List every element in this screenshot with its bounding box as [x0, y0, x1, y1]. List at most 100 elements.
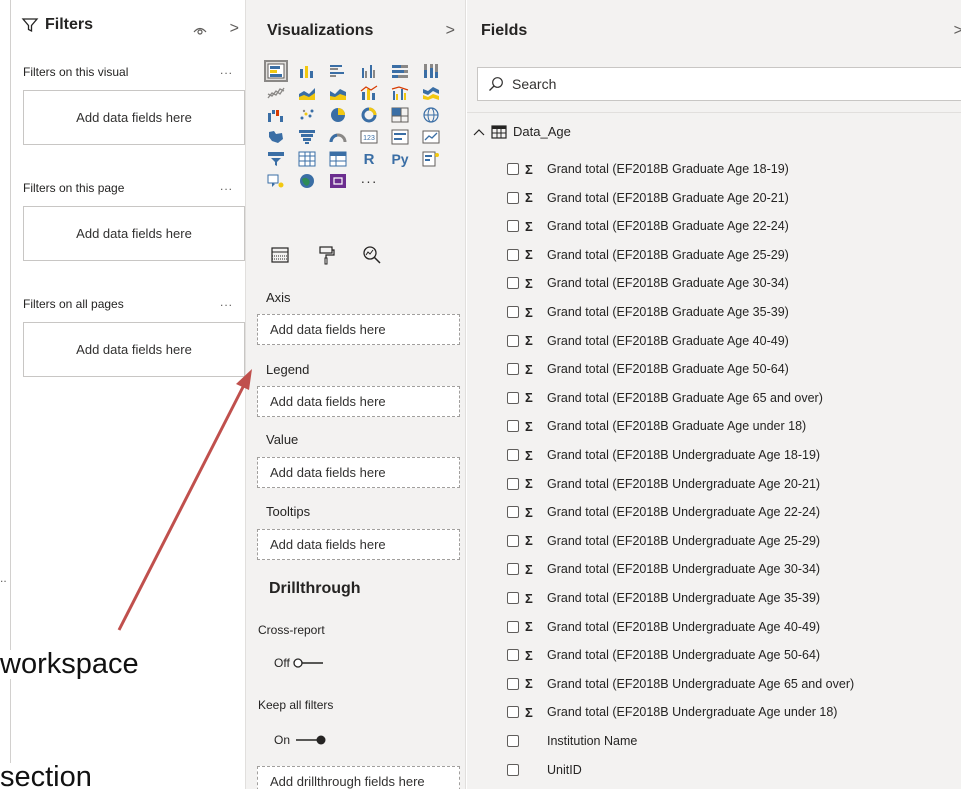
field-item[interactable]: Σ Grand total (EF2018B Graduate Age 22-24… — [507, 216, 789, 236]
field-item[interactable]: Σ Grand total (EF2018B Graduate Age 65 an… — [507, 388, 823, 408]
format-paint-roller-icon[interactable] — [310, 240, 342, 270]
filters-on-page-dropzone[interactable]: Add data fields here — [23, 206, 245, 261]
scatter-chart-icon[interactable] — [295, 104, 319, 126]
line-and-clustered-column-icon[interactable] — [388, 82, 412, 104]
field-checkbox[interactable] — [507, 163, 519, 175]
eye-icon[interactable] — [193, 24, 207, 39]
waterfall-chart-icon[interactable] — [264, 104, 288, 126]
table-icon[interactable] — [295, 148, 319, 170]
field-checkbox[interactable] — [507, 363, 519, 376]
stacked-area-chart-icon[interactable] — [326, 82, 350, 104]
field-item[interactable]: Σ Grand total (EF2018B Undergraduate Age … — [507, 445, 820, 465]
field-item[interactable]: Σ Grand total (EF2018B Graduate Age 40-49… — [507, 331, 789, 351]
clustered-column-chart-icon[interactable] — [357, 60, 381, 82]
fields-search-input[interactable]: Search — [477, 67, 961, 101]
collapse-fields-chevron-icon[interactable]: > — [954, 22, 961, 40]
field-checkbox[interactable] — [507, 735, 519, 747]
axis-well[interactable]: Add data fields here — [257, 314, 460, 345]
field-checkbox[interactable] — [507, 191, 519, 204]
card-icon[interactable]: 123 — [357, 126, 381, 148]
custom-visual-icon[interactable] — [326, 170, 350, 192]
100-stacked-bar-chart-icon[interactable] — [388, 60, 412, 82]
gauge-icon[interactable] — [326, 126, 350, 148]
field-item[interactable]: Σ Grand total (EF2018B Undergraduate Age … — [507, 474, 820, 494]
multi-row-card-icon[interactable] — [388, 126, 412, 148]
fields-tab-icon[interactable] — [264, 240, 296, 270]
field-item[interactable]: Σ Grand total (EF2018B Undergraduate Age … — [507, 531, 820, 551]
field-item[interactable]: Σ Grand total (EF2018B Graduate Age 20-21… — [507, 188, 789, 208]
key-influencers-icon[interactable] — [419, 148, 443, 170]
collapse-visualizations-chevron-icon[interactable]: > — [446, 22, 455, 40]
arcgis-map-icon[interactable] — [295, 170, 319, 192]
ribbon-chart-icon[interactable] — [419, 82, 443, 104]
stacked-bar-chart-icon[interactable] — [264, 60, 288, 82]
filters-on-all-pages-dropzone[interactable]: Add data fields here — [23, 322, 245, 377]
field-item[interactable]: Σ Grand total (EF2018B Graduate Age 25-29… — [507, 245, 789, 265]
field-item[interactable]: Σ Grand total (EF2018B Undergraduate Age … — [507, 674, 854, 694]
field-checkbox[interactable] — [507, 620, 519, 633]
keep-all-filters-toggle[interactable]: On — [274, 733, 327, 747]
filled-map-icon[interactable] — [264, 126, 288, 148]
field-item[interactable]: Σ Grand total (EF2018B Undergraduate Age … — [507, 645, 820, 665]
chevron-up-icon[interactable] — [473, 128, 485, 136]
field-checkbox[interactable] — [507, 220, 519, 233]
field-item[interactable]: Σ Grand total (EF2018B Undergraduate Age … — [507, 502, 820, 522]
cross-report-toggle[interactable]: Off — [274, 656, 327, 670]
field-item[interactable]: Σ Grand total (EF2018B Undergraduate Age … — [507, 588, 820, 608]
pie-chart-icon[interactable] — [326, 104, 350, 126]
kpi-icon[interactable] — [419, 126, 443, 148]
filters-on-page-more-icon[interactable]: ... — [220, 179, 233, 193]
field-checkbox[interactable] — [507, 248, 519, 261]
field-item[interactable]: Σ Grand total (EF2018B Undergraduate Age … — [507, 702, 837, 722]
area-chart-icon[interactable] — [295, 82, 319, 104]
filters-on-visual-more-icon[interactable]: ... — [220, 63, 233, 77]
slicer-icon[interactable] — [264, 148, 288, 170]
collapse-filters-chevron-icon[interactable]: > — [230, 20, 239, 38]
field-item[interactable]: UnitID — [507, 760, 582, 780]
field-checkbox[interactable] — [507, 420, 519, 433]
field-checkbox[interactable] — [507, 534, 519, 547]
field-item[interactable]: Σ Grand total (EF2018B Graduate Age 50-64… — [507, 359, 789, 379]
donut-chart-icon[interactable] — [357, 104, 381, 126]
decomposition-tree-icon[interactable] — [264, 170, 288, 192]
field-item[interactable]: Σ Grand total (EF2018B Graduate Age 18-19… — [507, 159, 789, 179]
field-checkbox[interactable] — [507, 277, 519, 290]
funnel-chart-icon[interactable] — [295, 126, 319, 148]
r-script-visual-icon[interactable]: R — [357, 148, 381, 170]
field-checkbox[interactable] — [507, 391, 519, 404]
line-and-stacked-column-icon[interactable] — [357, 82, 381, 104]
line-chart-icon[interactable] — [264, 82, 288, 104]
field-checkbox[interactable] — [507, 592, 519, 604]
legend-well[interactable]: Add data fields here — [257, 386, 460, 417]
field-checkbox[interactable] — [507, 477, 519, 490]
clustered-bar-chart-icon[interactable] — [326, 60, 350, 82]
field-checkbox[interactable] — [507, 706, 519, 719]
field-checkbox[interactable] — [507, 649, 519, 662]
matrix-icon[interactable] — [326, 148, 350, 170]
field-item[interactable]: Σ Grand total (EF2018B Undergraduate Age … — [507, 617, 820, 637]
field-checkbox[interactable] — [507, 563, 519, 576]
filters-on-all-pages-more-icon[interactable]: ... — [220, 295, 233, 309]
field-checkbox[interactable] — [507, 506, 519, 519]
analytics-magnifier-icon[interactable] — [356, 240, 388, 270]
field-checkbox[interactable] — [507, 449, 519, 461]
filters-on-visual-dropzone[interactable]: Add data fields here — [23, 90, 245, 145]
field-checkbox[interactable] — [507, 677, 519, 690]
field-item[interactable]: Σ Grand total (EF2018B Graduate Age under… — [507, 416, 806, 436]
field-item[interactable]: Σ Grand total (EF2018B Undergraduate Age … — [507, 559, 820, 579]
python-visual-icon[interactable]: Py — [388, 148, 412, 170]
field-checkbox[interactable] — [507, 763, 519, 776]
table-data-age[interactable]: Data_Age — [473, 124, 571, 139]
field-item[interactable]: Σ Grand total (EF2018B Graduate Age 30-34… — [507, 273, 789, 293]
100-stacked-column-chart-icon[interactable] — [419, 60, 443, 82]
field-item[interactable]: Σ Grand total (EF2018B Graduate Age 35-39… — [507, 302, 789, 322]
tooltips-well[interactable]: Add data fields here — [257, 529, 460, 560]
field-checkbox[interactable] — [507, 334, 519, 347]
treemap-icon[interactable] — [388, 104, 412, 126]
stacked-column-chart-icon[interactable] — [295, 60, 319, 82]
field-checkbox[interactable] — [507, 306, 519, 318]
field-item[interactable]: Institution Name — [507, 731, 637, 751]
drillthrough-fields-well[interactable]: Add drillthrough fields here — [257, 766, 460, 789]
more-visuals-icon[interactable]: ··· — [357, 170, 381, 192]
value-well[interactable]: Add data fields here — [257, 457, 460, 488]
